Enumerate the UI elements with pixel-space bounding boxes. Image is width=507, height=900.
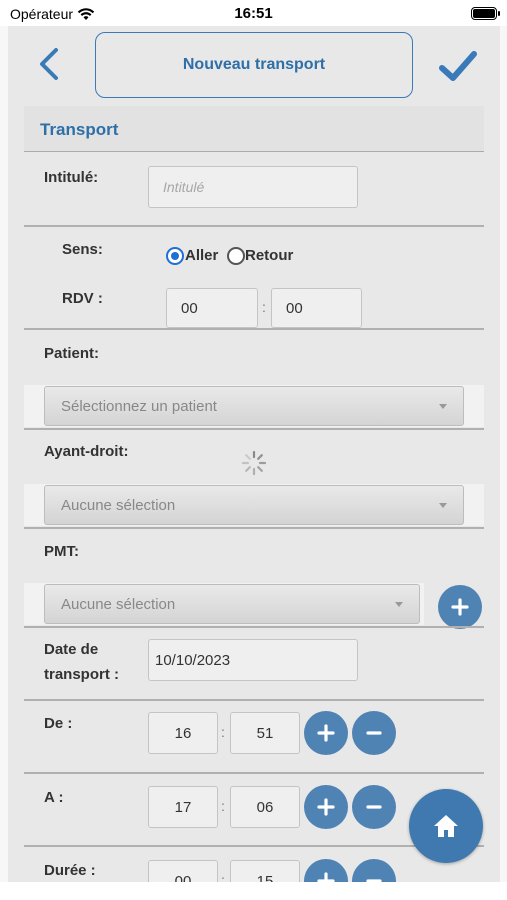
- rdv-label: RDV :: [62, 290, 103, 307]
- divider: [24, 699, 484, 701]
- de-hours-input[interactable]: 16: [148, 712, 218, 754]
- rdv-separator: :: [262, 299, 266, 315]
- minus-icon: [366, 731, 382, 735]
- date-label-line1: Date de: [44, 641, 99, 658]
- section-title: Transport: [40, 120, 119, 139]
- pmt-select-value: Aucune sélection: [61, 595, 176, 613]
- a-minutes-input[interactable]: 06: [230, 786, 300, 828]
- app-screen: Nouveau transport Transport Intitulé: In…: [8, 26, 500, 882]
- a-hours-value: 17: [174, 798, 192, 816]
- plus-icon: [451, 598, 469, 616]
- minus-icon: [366, 879, 382, 882]
- confirm-button[interactable]: [438, 46, 478, 86]
- sens-label: Sens:: [62, 241, 103, 258]
- pmt-select[interactable]: Aucune sélection: [44, 584, 420, 624]
- a-minutes-value: 06: [256, 798, 274, 816]
- a-label: A :: [44, 789, 64, 806]
- rdv-hours-value: 00: [181, 299, 198, 317]
- rdv-hours-input[interactable]: 00: [166, 288, 258, 328]
- radio-aller-label[interactable]: Aller: [185, 247, 218, 264]
- ayant-droit-select-value: Aucune sélection: [61, 496, 176, 514]
- home-button[interactable]: [409, 789, 483, 863]
- intitule-placeholder: Intitulé: [163, 179, 205, 195]
- divider: [24, 328, 484, 330]
- rdv-minutes-input[interactable]: 00: [271, 288, 362, 328]
- ayant-droit-select[interactable]: Aucune sélection: [44, 485, 464, 525]
- divider: [24, 225, 484, 227]
- de-minutes-value: 51: [256, 724, 274, 742]
- ayant-droit-label: Ayant-droit:: [44, 443, 129, 460]
- duree-increment-button[interactable]: [304, 859, 348, 882]
- de-increment-button[interactable]: [304, 711, 348, 755]
- rdv-minutes-value: 00: [286, 299, 303, 317]
- duree-decrement-button[interactable]: [352, 859, 396, 882]
- patient-label: Patient:: [44, 345, 100, 362]
- patient-select-value: Sélectionnez un patient: [61, 397, 217, 415]
- date-transport-input[interactable]: 10/10/2023: [148, 639, 358, 681]
- date-transport-value: 10/10/2023: [155, 651, 231, 669]
- bottom-bar: [0, 882, 507, 900]
- plus-icon: [317, 798, 335, 816]
- chevron-down-icon: [395, 602, 403, 607]
- a-decrement-button[interactable]: [352, 785, 396, 829]
- de-decrement-button[interactable]: [352, 711, 396, 755]
- duree-minutes-value: 15: [256, 872, 274, 883]
- pmt-label: PMT:: [44, 543, 79, 560]
- de-label: De :: [44, 715, 73, 732]
- divider: [24, 428, 484, 430]
- duree-minutes-input[interactable]: 15: [230, 860, 300, 882]
- battery-icon: [471, 7, 500, 20]
- radio-retour-label[interactable]: Retour: [245, 247, 293, 264]
- spinner-icon: [241, 450, 267, 476]
- patient-select[interactable]: Sélectionnez un patient: [44, 386, 464, 426]
- a-increment-button[interactable]: [304, 785, 348, 829]
- chevron-down-icon: [439, 404, 447, 409]
- duree-label: Durée :: [44, 862, 96, 879]
- de-minutes-input[interactable]: 51: [230, 712, 300, 754]
- add-pmt-button[interactable]: [438, 585, 482, 629]
- checkmark-icon: [439, 51, 477, 81]
- intitule-input[interactable]: Intitulé: [148, 166, 358, 208]
- plus-icon: [317, 872, 335, 882]
- duree-hours-value: 00: [174, 872, 192, 883]
- plus-icon: [317, 724, 335, 742]
- de-separator: :: [221, 724, 225, 740]
- clock: 16:51: [234, 5, 273, 22]
- back-button[interactable]: [34, 44, 64, 84]
- divider: [24, 527, 484, 529]
- chevron-down-icon: [439, 503, 447, 508]
- duree-separator: :: [221, 872, 225, 882]
- page-title: Nouveau transport: [95, 32, 413, 98]
- divider: [24, 772, 484, 774]
- intitule-label: Intitulé:: [44, 169, 99, 186]
- a-separator: :: [221, 798, 225, 814]
- minus-icon: [366, 805, 382, 809]
- de-hours-value: 16: [174, 724, 192, 742]
- section-header: Transport: [24, 106, 484, 152]
- radio-retour[interactable]: [227, 247, 245, 265]
- home-icon: [434, 815, 458, 837]
- date-label-line2: transport :: [44, 666, 119, 683]
- status-bar: Opérateur 16:51: [0, 0, 507, 26]
- duree-hours-input[interactable]: 00: [148, 860, 218, 882]
- chevron-left-icon: [40, 48, 58, 80]
- nav-header: Nouveau transport: [8, 26, 500, 106]
- a-hours-input[interactable]: 17: [148, 786, 218, 828]
- divider: [24, 626, 484, 628]
- radio-aller[interactable]: [166, 247, 184, 265]
